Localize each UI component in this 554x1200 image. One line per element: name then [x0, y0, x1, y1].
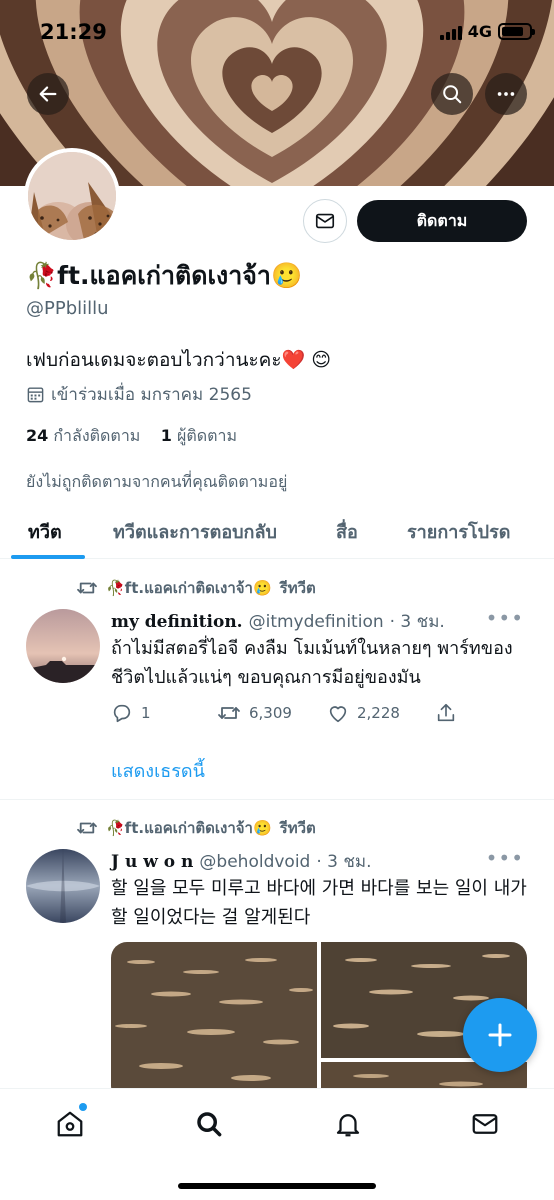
plus-icon: [488, 1023, 512, 1047]
heart-icon: [329, 706, 347, 723]
tweet-header: J u w o n @beholdvoid · 3 ชม.: [111, 848, 372, 875]
profile-bio: เฟบก่อนเดมจะตอบไวกว่านะคะ❤️ 😊: [26, 349, 332, 371]
tweet-divider: [0, 799, 554, 800]
message-button[interactable]: [303, 199, 347, 243]
not-followed-note: ยังไม่ถูกติดตามจากคนที่คุณติดตามอยู่: [26, 472, 288, 491]
retweeted-by[interactable]: 🥀ft.แอคเก่าติดเงาจ้า🥲: [106, 816, 272, 840]
tweet-text: 할 일을 모두 미루고 바다에 가면 바다를 보는 일이 내가 할 일이었다는 …: [111, 878, 527, 928]
retweet-label: รีทวีต: [279, 579, 316, 597]
following-label: กำลังติดตาม: [53, 426, 141, 445]
nav-messages[interactable]: [468, 1107, 502, 1141]
envelope-icon: [472, 1114, 498, 1134]
tweet-time: · 3 ชม.: [316, 852, 372, 872]
calendar-icon: [27, 387, 44, 403]
home-icon: [57, 1111, 83, 1137]
tweet-actions: 1 6,309 2,228: [111, 702, 461, 724]
tweet-photo[interactable]: [111, 942, 317, 1102]
nav-home[interactable]: [53, 1103, 87, 1141]
retweet-context: 🥀ft.แอคเก่าติดเงาจ้า🥲 รีทวีต: [76, 576, 316, 600]
tweet-text: ถ้าไม่มีสตอรี่ไอจี คงลืม โมเม้นท์ในหลายๆ…: [111, 638, 513, 688]
profile-display-name: 🥀ft.แอคเก่าติดเงาจ้า🥲: [26, 261, 303, 290]
search-icon: [197, 1112, 222, 1137]
signal-icon: [439, 24, 462, 40]
tweet-more-button[interactable]: •••: [486, 846, 524, 870]
status-bar: 21:29 4G: [0, 0, 554, 66]
retweet-icon: [77, 822, 97, 834]
status-indicators: 4G: [439, 22, 535, 41]
battery-icon: [498, 23, 535, 40]
retweet-context: 🥀ft.แอคเก่าติดเงาจ้า🥲 รีทวีต: [76, 816, 316, 840]
like-count: 2,228: [357, 704, 400, 722]
followers-label: ผู้ติดตาม: [176, 426, 238, 445]
tab-tweets[interactable]: ทวีต: [28, 517, 62, 546]
back-button[interactable]: [27, 73, 69, 115]
search-button[interactable]: [431, 73, 473, 115]
retweet-button[interactable]: 6,309: [217, 703, 327, 723]
retweeted-by[interactable]: 🥀ft.แอคเก่าติดเงาจ้า🥲: [106, 576, 272, 600]
followers-count: 1: [160, 426, 172, 445]
tab-likes[interactable]: รายการโปรด: [407, 517, 510, 546]
status-time: 21:29: [40, 20, 107, 44]
home-indicator: [178, 1183, 376, 1189]
compose-button[interactable]: [463, 998, 537, 1072]
more-icon: [497, 92, 515, 96]
tweet-author-name[interactable]: J u w o n: [111, 852, 193, 872]
more-button[interactable]: [485, 73, 527, 115]
tweet-author-name[interactable]: my definition.: [111, 612, 243, 632]
tweet-more-button[interactable]: •••: [486, 606, 524, 630]
show-thread-link[interactable]: แสดงเธรดนี้: [111, 756, 205, 785]
profile-handle: @PPblillu: [26, 298, 109, 319]
tweet-time: · 3 ชม.: [389, 612, 445, 632]
following-link[interactable]: 24 กำลังติดตาม: [26, 426, 140, 445]
reply-button[interactable]: 1: [111, 702, 217, 724]
tweet-author-handle[interactable]: @itmydefinition: [249, 612, 384, 632]
share-icon: [437, 703, 455, 722]
tweet-author-handle[interactable]: @beholdvoid: [199, 852, 310, 872]
tab-media[interactable]: สื่อ: [336, 517, 358, 546]
retweet-icon: [218, 707, 240, 719]
tweet-avatar[interactable]: [26, 849, 100, 923]
bell-icon: [336, 1114, 360, 1137]
active-tab-indicator: [11, 555, 85, 559]
reply-count: 1: [141, 704, 151, 722]
tab-tweets-replies[interactable]: ทวีตและการตอบกลับ: [113, 517, 277, 546]
follow-button[interactable]: ติดตาม: [357, 200, 527, 242]
profile-avatar[interactable]: [24, 148, 120, 244]
nav-notifications[interactable]: [331, 1107, 365, 1141]
retweet-label: รีทวีต: [279, 819, 316, 837]
retweet-icon: [77, 582, 97, 594]
search-icon: [443, 85, 462, 104]
notification-dot: [79, 1103, 87, 1111]
like-button[interactable]: 2,228: [327, 702, 435, 724]
arrow-left-icon: [39, 86, 57, 102]
profile-joined: เข้าร่วมเมื่อ มกราคม 2565: [26, 381, 252, 408]
tweet-header: my definition. @itmydefinition · 3 ชม.: [111, 608, 445, 635]
network-label: 4G: [467, 22, 492, 41]
follow-counts: 24 กำลังติดตาม 1 ผู้ติดตาม: [26, 424, 237, 449]
nav-search[interactable]: [192, 1107, 226, 1141]
retweet-count: 6,309: [249, 704, 292, 722]
tweet-avatar[interactable]: [26, 609, 100, 683]
profile-tabs: ทวีต ทวีตและการตอบกลับ สื่อ รายการโปรด: [0, 505, 554, 559]
mail-icon: [315, 213, 335, 229]
followers-link[interactable]: 1 ผู้ติดตาม: [161, 426, 237, 445]
following-count: 24: [26, 426, 49, 445]
share-button[interactable]: [435, 702, 457, 724]
joined-text: เข้าร่วมเมื่อ มกราคม 2565: [51, 385, 252, 405]
reply-icon: [113, 704, 131, 723]
